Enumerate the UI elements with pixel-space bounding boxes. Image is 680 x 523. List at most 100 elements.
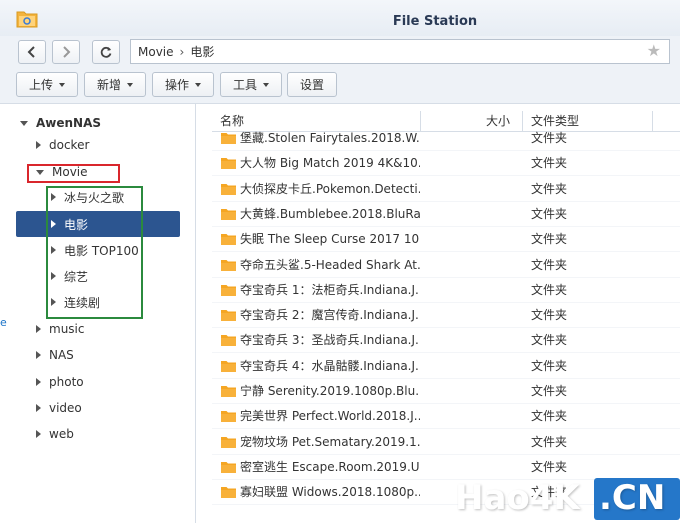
collapse-arrow-icon[interactable] [36,430,41,438]
table-row[interactable]: 大人物 Big Match 2019 4K&10... 文件夹 [212,151,680,177]
table-row[interactable]: 宠物坟场 Pet.Sematary.2019.1... 文件夹 [212,430,680,455]
folder-icon [221,436,236,448]
create-button[interactable]: 新增 [84,72,146,97]
tree-root-label: AwenNAS [36,116,102,130]
watermark-tld: .CN [599,478,666,518]
file-type: 文件夹 [531,384,568,398]
folder-icon [221,310,236,322]
title-bar: File Station [0,0,680,36]
caret-down-icon [59,82,65,87]
folder-icon [221,259,236,271]
tree-item-label: NAS [49,348,74,362]
upload-label: 上传 [28,78,53,92]
tree-item-web[interactable]: web [0,423,196,445]
path-separator-icon: › [179,44,185,59]
file-name: 完美世界 Perfect.World.2018.J... [240,409,420,424]
folder-icon [221,360,236,372]
folder-icon [221,411,236,423]
tree-root[interactable]: AwenNAS [0,112,196,134]
folder-icon [221,234,236,246]
action-button[interactable]: 操作 [152,72,214,97]
highlight-box-red [27,164,120,183]
table-row[interactable]: 夺命五头鲨.5-Headed Shark At... 文件夹 [212,253,680,278]
table-row[interactable]: 夺宝奇兵 4：水晶骷髅.Indiana.J... 文件夹 [212,354,680,379]
table-row[interactable]: 完美世界 Perfect.World.2018.J... 文件夹 [212,404,680,430]
file-name: 大人物 Big Match 2019 4K&10... [240,156,420,171]
table-row[interactable]: 大黄蜂.Bumblebee.2018.BluRa... 文件夹 [212,202,680,227]
tree-item-label: photo [49,375,84,389]
file-type: 文件夹 [531,333,568,348]
window-title: File Station [392,14,478,29]
file-name: 失眠 The Sleep Curse 2017 10... [240,232,420,247]
caret-down-icon [263,82,269,87]
tree-item-docker[interactable]: docker [0,134,196,156]
folder-icon [221,335,236,347]
file-name: 夺宝奇兵 4：水晶骷髅.Indiana.J... [240,358,420,373]
file-name: 寡妇联盟 Widows.2018.1080p... [240,485,420,500]
table-row[interactable]: 夺宝奇兵 2：魔宫传奇.Indiana.J... 文件夹 [212,303,680,329]
left-edge-fragment: e [0,316,7,329]
tree-item-label: video [49,401,82,415]
table-row[interactable]: 大侦探皮卡丘.Pokemon.Detecti... 文件夹 [212,177,680,202]
folder-icon [221,386,236,397]
collapse-arrow-icon[interactable] [36,378,41,386]
path-bar[interactable]: Movie › 电影 ★ [130,39,670,64]
settings-button[interactable]: 设置 [287,72,337,97]
table-row[interactable]: 宁静 Serenity.2019.1080p.Blu... 文件夹 [212,379,680,404]
file-name: 夺宝奇兵 1：法柜奇兵.Indiana.J... [240,282,420,297]
expand-arrow-icon[interactable] [20,120,28,126]
file-type: 文件夹 [531,156,568,171]
highlight-box-green [46,186,143,319]
back-button[interactable] [18,40,46,64]
tree-item-music[interactable]: music [0,318,196,340]
create-label: 新增 [96,78,121,92]
refresh-icon [100,46,112,58]
watermark-brand: Hao4K [455,478,580,518]
file-type: 文件夹 [531,181,568,196]
file-name: 大侦探皮卡丘.Pokemon.Detecti... [240,181,420,196]
collapse-arrow-icon[interactable] [36,141,41,149]
refresh-button[interactable] [92,40,120,64]
file-name: 宠物坟场 Pet.Sematary.2019.1... [240,434,420,449]
upload-button[interactable]: 上传 [16,72,78,97]
file-type: 文件夹 [531,232,568,247]
caret-down-icon [127,82,133,87]
file-name: 宁静 Serenity.2019.1080p.Blu... [240,384,420,398]
forward-button[interactable] [52,40,80,64]
collapse-arrow-icon[interactable] [36,325,41,333]
file-type: 文件夹 [531,358,568,373]
file-type: 文件夹 [531,409,568,424]
collapse-arrow-icon[interactable] [36,404,41,412]
table-row[interactable]: 失眠 The Sleep Curse 2017 10... 文件夹 [212,227,680,253]
favorite-star-icon[interactable]: ★ [647,43,661,59]
caret-down-icon [195,82,201,87]
tree-item-nas[interactable]: NAS [0,344,196,366]
tree-item-label: music [49,322,85,336]
chevron-left-icon [27,46,35,58]
watermark: Hao4K .CN [449,474,680,523]
folder-icon [221,487,236,499]
file-name: 堡藏.Stolen Fairytales.2018.W... [240,131,420,145]
file-name: 夺宝奇兵 2：魔宫传奇.Indiana.J... [240,308,420,323]
file-type: 文件夹 [531,308,568,323]
file-name: 夺命五头鲨.5-Headed Shark At... [240,257,420,272]
collapse-arrow-icon[interactable] [36,351,41,359]
action-label: 操作 [164,78,189,92]
tree-item-label: docker [49,138,90,152]
file-type: 文件夹 [531,206,568,221]
table-row[interactable]: 夺宝奇兵 3：圣战奇兵.Indiana.J... 文件夹 [212,328,680,354]
file-list: 名称 大小 文件类型 堡藏.Stolen Fairytales.2018.W..… [212,104,680,523]
file-type: 文件夹 [531,131,568,145]
table-row[interactable]: 堡藏.Stolen Fairytales.2018.W... 文件夹 [212,126,680,151]
tree-item-video[interactable]: video [0,397,196,419]
file-type: 文件夹 [531,434,568,449]
folder-icon [221,133,236,144]
tree-item-photo[interactable]: photo [0,371,196,393]
path-segment-current[interactable]: 电影 [190,43,214,60]
table-row[interactable]: 夺宝奇兵 1：法柜奇兵.Indiana.J... 文件夹 [212,278,680,303]
settings-label: 设置 [299,78,324,92]
tools-label: 工具 [232,78,257,92]
tools-button[interactable]: 工具 [220,72,282,97]
path-segment-movie[interactable]: Movie [138,45,174,59]
folder-icon [221,183,236,195]
